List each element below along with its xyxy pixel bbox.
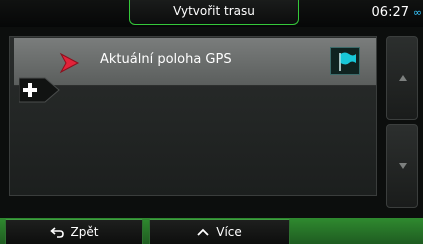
route-item-label: Aktuální poloha GPS xyxy=(100,52,232,67)
add-waypoint-button[interactable] xyxy=(18,76,61,104)
clock-infinity-icon: ∞ xyxy=(412,6,422,19)
chevron-down-icon xyxy=(399,163,407,169)
more-button[interactable]: Více xyxy=(149,219,290,244)
chevron-up-icon xyxy=(399,75,407,81)
back-label: Zpět xyxy=(70,225,99,239)
more-label: Více xyxy=(216,225,242,239)
flag-button[interactable] xyxy=(330,47,360,75)
back-button[interactable]: Zpět xyxy=(5,219,143,244)
screen-title: Vytvořit trasu xyxy=(129,0,299,25)
route-item-gps[interactable]: Aktuální poloha GPS xyxy=(14,38,376,86)
back-arrow-icon xyxy=(49,226,64,238)
scroll-up-button[interactable] xyxy=(386,36,418,120)
chevron-up-icon xyxy=(197,228,209,236)
clock: 06:27 xyxy=(371,5,409,20)
scroll-down-button[interactable] xyxy=(386,124,418,208)
flag-icon xyxy=(339,52,356,71)
plus-icon xyxy=(18,77,60,103)
gps-arrow-icon xyxy=(59,52,80,74)
